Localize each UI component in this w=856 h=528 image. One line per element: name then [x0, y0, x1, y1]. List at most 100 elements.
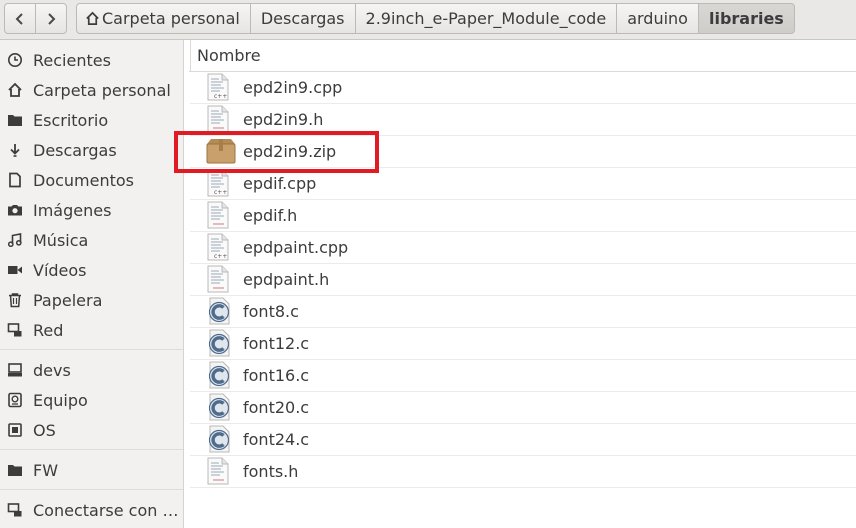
c-file-icon — [206, 329, 234, 359]
breadcrumb-descargas[interactable]: Descargas — [249, 3, 356, 34]
breadcrumb-label: arduino — [627, 9, 688, 28]
sidebar-item-escritorio[interactable]: Escritorio — [0, 106, 183, 134]
file-name: font16.c — [243, 366, 310, 385]
sidebar-item-label: Red — [33, 320, 64, 340]
disk-icon — [6, 391, 24, 409]
file-name: epdif.h — [243, 206, 298, 225]
document-icon — [6, 171, 24, 189]
svg-text:c++: c++ — [214, 93, 227, 100]
sidebar-item-recientes[interactable]: Recientes — [0, 46, 183, 74]
trash-icon — [6, 291, 24, 309]
file-row[interactable]: fonts.h — [190, 456, 856, 488]
path-bar: Carpeta personal Descargas 2.9inch_e-Pap… — [0, 0, 856, 40]
sidebar-item-devs[interactable]: devs — [0, 356, 183, 384]
file-row[interactable]: font8.c — [190, 296, 856, 328]
sidebar-item-videos[interactable]: Vídeos — [0, 256, 183, 284]
c-file-icon — [206, 425, 234, 455]
drive-icon — [6, 361, 24, 379]
breadcrumb: Carpeta personal Descargas 2.9inch_e-Pap… — [76, 3, 795, 34]
highlight-box — [174, 131, 379, 173]
sidebar-item-descargas[interactable]: Descargas — [0, 136, 183, 164]
chevron-right-icon — [48, 12, 56, 25]
header-file-icon — [206, 105, 234, 135]
file-row[interactable]: epdpaint.h — [190, 264, 856, 296]
folder-icon — [6, 461, 24, 479]
sidebar-item-equipo[interactable]: Equipo — [0, 386, 183, 414]
sidebar-item-label: Descargas — [33, 140, 117, 160]
column-header-label: Nombre — [197, 46, 261, 65]
file-row[interactable]: font20.c — [190, 392, 856, 424]
file-name: font24.c — [243, 430, 310, 449]
sidebar-item-label: Imágenes — [33, 200, 112, 220]
sidebar-item-label: Vídeos — [33, 260, 87, 280]
header-file-icon — [206, 201, 234, 231]
file-row[interactable]: font24.c — [190, 424, 856, 456]
file-row[interactable]: font16.c — [190, 360, 856, 392]
header-file-icon — [206, 457, 234, 487]
sidebar-item-label: Equipo — [33, 390, 88, 410]
clock-icon — [6, 51, 24, 69]
file-row[interactable]: c++ epd2in9.cpp — [190, 72, 856, 104]
sidebar-item-documentos[interactable]: Documentos — [0, 166, 183, 194]
c-file-icon — [206, 393, 234, 423]
sidebar-item-label: Documentos — [33, 170, 135, 190]
c-file-icon — [206, 297, 234, 327]
camera-icon — [6, 201, 24, 219]
sidebar-item-red[interactable]: Red — [0, 316, 183, 344]
file-list: Nombre c++ epd2in9.cpp epd2in9.h epd2in9.zi… — [184, 40, 856, 528]
connect-icon — [6, 501, 24, 519]
home-icon — [6, 81, 24, 99]
sidebar-item-label: Música — [33, 230, 89, 250]
cpp-file-icon: c++ — [206, 169, 234, 199]
sidebar-separator — [0, 349, 183, 350]
breadcrumb-label: Carpeta personal — [102, 9, 240, 28]
file-row[interactable]: epdif.h — [190, 200, 856, 232]
file-name: epd2in9.cpp — [243, 78, 343, 97]
file-name: fonts.h — [243, 462, 299, 481]
cpp-file-icon: c++ — [206, 73, 234, 103]
chip-icon — [6, 421, 24, 439]
sidebar-separator — [0, 449, 183, 450]
forward-button[interactable] — [35, 3, 67, 34]
file-row[interactable]: c++ epdpaint.cpp — [190, 232, 856, 264]
sidebar-item-label: Papelera — [33, 290, 103, 310]
breadcrumb-label: libraries — [708, 9, 784, 28]
sidebar-item-os[interactable]: OS — [0, 416, 183, 444]
breadcrumb-libraries[interactable]: libraries — [697, 3, 795, 34]
breadcrumb-label: Descargas — [260, 9, 345, 28]
file-name: epdif.cpp — [243, 174, 317, 193]
breadcrumb-home[interactable]: Carpeta personal — [76, 3, 251, 34]
sidebar-item-musica[interactable]: Música — [0, 226, 183, 254]
file-name: epd2in9.h — [243, 110, 324, 129]
sidebar-item-label: FW — [33, 460, 59, 480]
sidebar: Recientes Carpeta personal Escritorio De… — [0, 40, 184, 528]
sidebar-item-label: OS — [33, 420, 56, 440]
sidebar-item-imagenes[interactable]: Imágenes — [0, 196, 183, 224]
file-name: font12.c — [243, 334, 310, 353]
cpp-file-icon: c++ — [206, 233, 234, 263]
sidebar-item-label: Escritorio — [33, 110, 109, 130]
file-name: font8.c — [243, 302, 299, 321]
music-icon — [6, 231, 24, 249]
back-button[interactable] — [4, 3, 36, 34]
sidebar-item-conectarse[interactable]: Conectarse con … — [0, 496, 183, 524]
sidebar-item-label: Conectarse con … — [33, 500, 179, 520]
home-icon — [85, 11, 100, 26]
sidebar-item-fw[interactable]: FW — [0, 456, 183, 484]
sidebar-separator — [0, 489, 183, 490]
header-file-icon — [206, 265, 234, 295]
folder-icon — [6, 111, 24, 129]
c-file-icon — [206, 361, 234, 391]
sidebar-item-label: Carpeta personal — [33, 80, 171, 100]
breadcrumb-arduino[interactable]: arduino — [616, 3, 699, 34]
download-icon — [6, 141, 24, 159]
sidebar-item-label: Recientes — [33, 50, 111, 70]
file-row[interactable]: font12.c — [190, 328, 856, 360]
column-header-name[interactable]: Nombre — [189, 40, 856, 72]
breadcrumb-module-code[interactable]: 2.9inch_e-Paper_Module_code — [354, 3, 618, 34]
file-name: font20.c — [243, 398, 310, 417]
sidebar-item-carpeta-personal[interactable]: Carpeta personal — [0, 76, 183, 104]
sidebar-item-papelera[interactable]: Papelera — [0, 286, 183, 314]
breadcrumb-label: 2.9inch_e-Paper_Module_code — [365, 9, 607, 28]
chevron-left-icon — [15, 12, 23, 25]
